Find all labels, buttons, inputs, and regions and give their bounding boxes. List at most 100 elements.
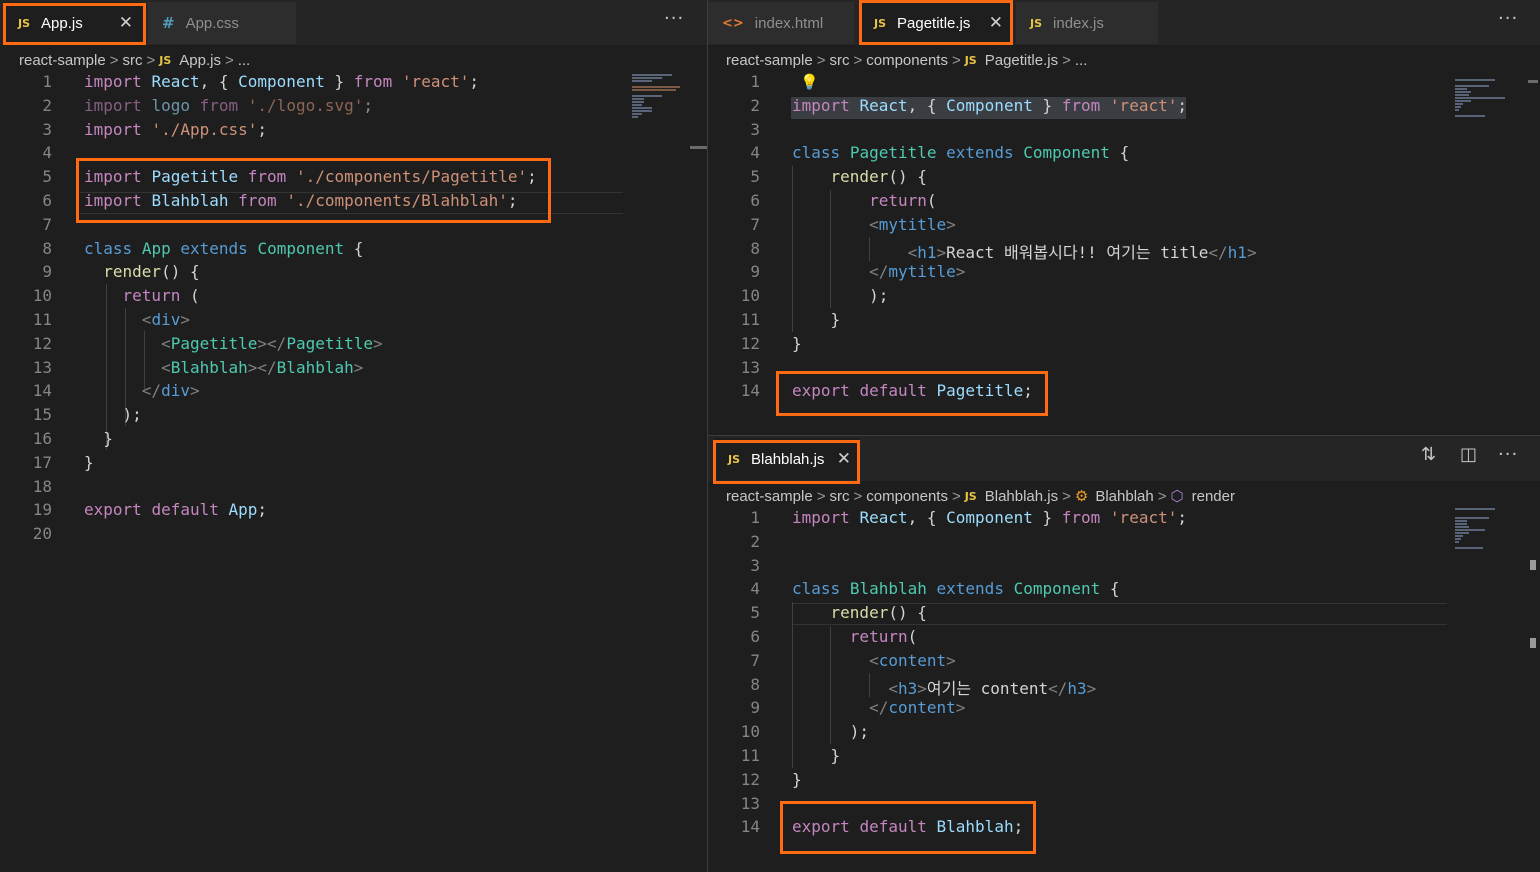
code-editor[interactable]: 1 2 import React, { Component } from 'reac…	[708, 0, 1453, 435]
line-number: 1	[750, 508, 760, 527]
editor-group-bottom-right: JS Blahblah.js ✕ ⇅ ◫ ··· react-sample > s…	[708, 436, 1540, 872]
scrollbar-indicator[interactable]	[1530, 560, 1536, 570]
minimap	[1455, 76, 1515, 118]
scrollbar-indicator[interactable]	[1530, 638, 1536, 648]
code-token: h1	[917, 242, 937, 262]
code-token: >	[1246, 242, 1257, 262]
code-token: div	[161, 381, 190, 401]
scrollbar-indicator[interactable]	[690, 146, 707, 149]
line-number: 2	[42, 95, 52, 115]
code-token: >	[353, 357, 364, 377]
code-line: import './App.css';	[84, 120, 267, 139]
code-token: {	[1109, 143, 1130, 163]
code-token: </	[141, 381, 162, 401]
code-token: );	[792, 722, 870, 742]
code-token: }	[792, 333, 802, 353]
code-token: (	[907, 627, 918, 646]
code-line: <content>	[792, 651, 956, 670]
code-token: React	[859, 95, 908, 115]
code-token: Pagetitle	[170, 333, 258, 353]
code-token: Pagetitle	[849, 143, 937, 163]
line-number: 6	[42, 191, 52, 210]
code-line: }	[792, 334, 802, 353]
code-line: }	[792, 310, 841, 329]
code-line: return (	[84, 286, 200, 305]
code-token: ;	[257, 119, 268, 139]
line-number: 5	[42, 167, 52, 187]
code-token: App	[228, 500, 258, 520]
code-line: );	[792, 286, 888, 305]
line-number: 13	[740, 793, 760, 813]
code-token: >	[936, 242, 947, 262]
code-line: render() {	[792, 603, 927, 622]
code-token: ></	[257, 333, 287, 353]
code-line: </content>	[792, 698, 965, 717]
code-token: <	[907, 242, 918, 262]
more-actions-icon[interactable]: ···	[1498, 444, 1518, 465]
line-number: 12	[32, 333, 52, 353]
code-token: React 배워봅시다!! 여기는 title	[946, 242, 1209, 262]
code-token: {	[1100, 579, 1120, 599]
scrollbar-indicator[interactable]	[1528, 80, 1538, 83]
code-token: 여기는 content	[926, 678, 1049, 698]
code-token: , {	[199, 72, 239, 91]
minimap	[632, 74, 688, 119]
split-editor-icon[interactable]: ◫	[1460, 444, 1478, 465]
code-token: './App.css'	[151, 119, 258, 139]
highlight-box-tab	[3, 3, 146, 45]
code-line: import React, { Component } from 'react'…	[84, 72, 479, 91]
code-token: Blahblah	[170, 357, 248, 377]
code-token: <	[161, 333, 171, 353]
code-token: 'react'	[401, 72, 470, 91]
line-number: 9	[750, 262, 760, 282]
code-editor[interactable]: 1 import React, { Component } from 'react…	[0, 0, 690, 872]
editor-group-top-right: <> index.html JS Pagetitle.js ✕ JS index…	[708, 0, 1540, 435]
code-token: >	[373, 333, 383, 353]
code-token: Component	[257, 238, 345, 258]
line-number: 10	[32, 286, 52, 306]
code-token: }	[1032, 95, 1062, 115]
line-number: 2	[750, 531, 760, 551]
code-token: from	[353, 72, 393, 91]
code-line: import logo from './logo.svg';	[84, 96, 373, 115]
line-number: 14	[32, 381, 52, 401]
line-number: 6	[750, 191, 760, 210]
code-line: <h3>여기는 content</h3>	[792, 675, 1096, 699]
line-number: 3	[750, 119, 760, 139]
highlight-box-tab	[713, 440, 860, 484]
more-actions-icon[interactable]: ···	[1498, 8, 1518, 29]
code-token: >	[189, 381, 200, 401]
code-token: import	[792, 508, 850, 527]
line-number: 8	[750, 238, 760, 258]
line-number: 3	[42, 119, 52, 139]
line-number: 10	[740, 286, 760, 306]
code-line: class Blahblah extends Component {	[792, 579, 1120, 598]
code-token: render	[830, 167, 889, 187]
code-token: ;	[1177, 95, 1187, 115]
code-line: );	[792, 722, 869, 741]
line-number: 9	[750, 698, 760, 718]
line-number: 1	[750, 72, 760, 91]
line-number: 1	[42, 72, 52, 91]
code-line: </div>	[84, 381, 200, 400]
code-token: Pagetitle	[286, 333, 374, 353]
code-token: render	[103, 262, 162, 282]
code-token: }	[84, 452, 94, 472]
code-token: ;	[363, 95, 374, 115]
code-line: }	[792, 770, 802, 789]
code-token: Blahblah	[849, 579, 927, 599]
code-token: ;	[1177, 508, 1187, 527]
code-token: Blahblah	[276, 357, 354, 377]
